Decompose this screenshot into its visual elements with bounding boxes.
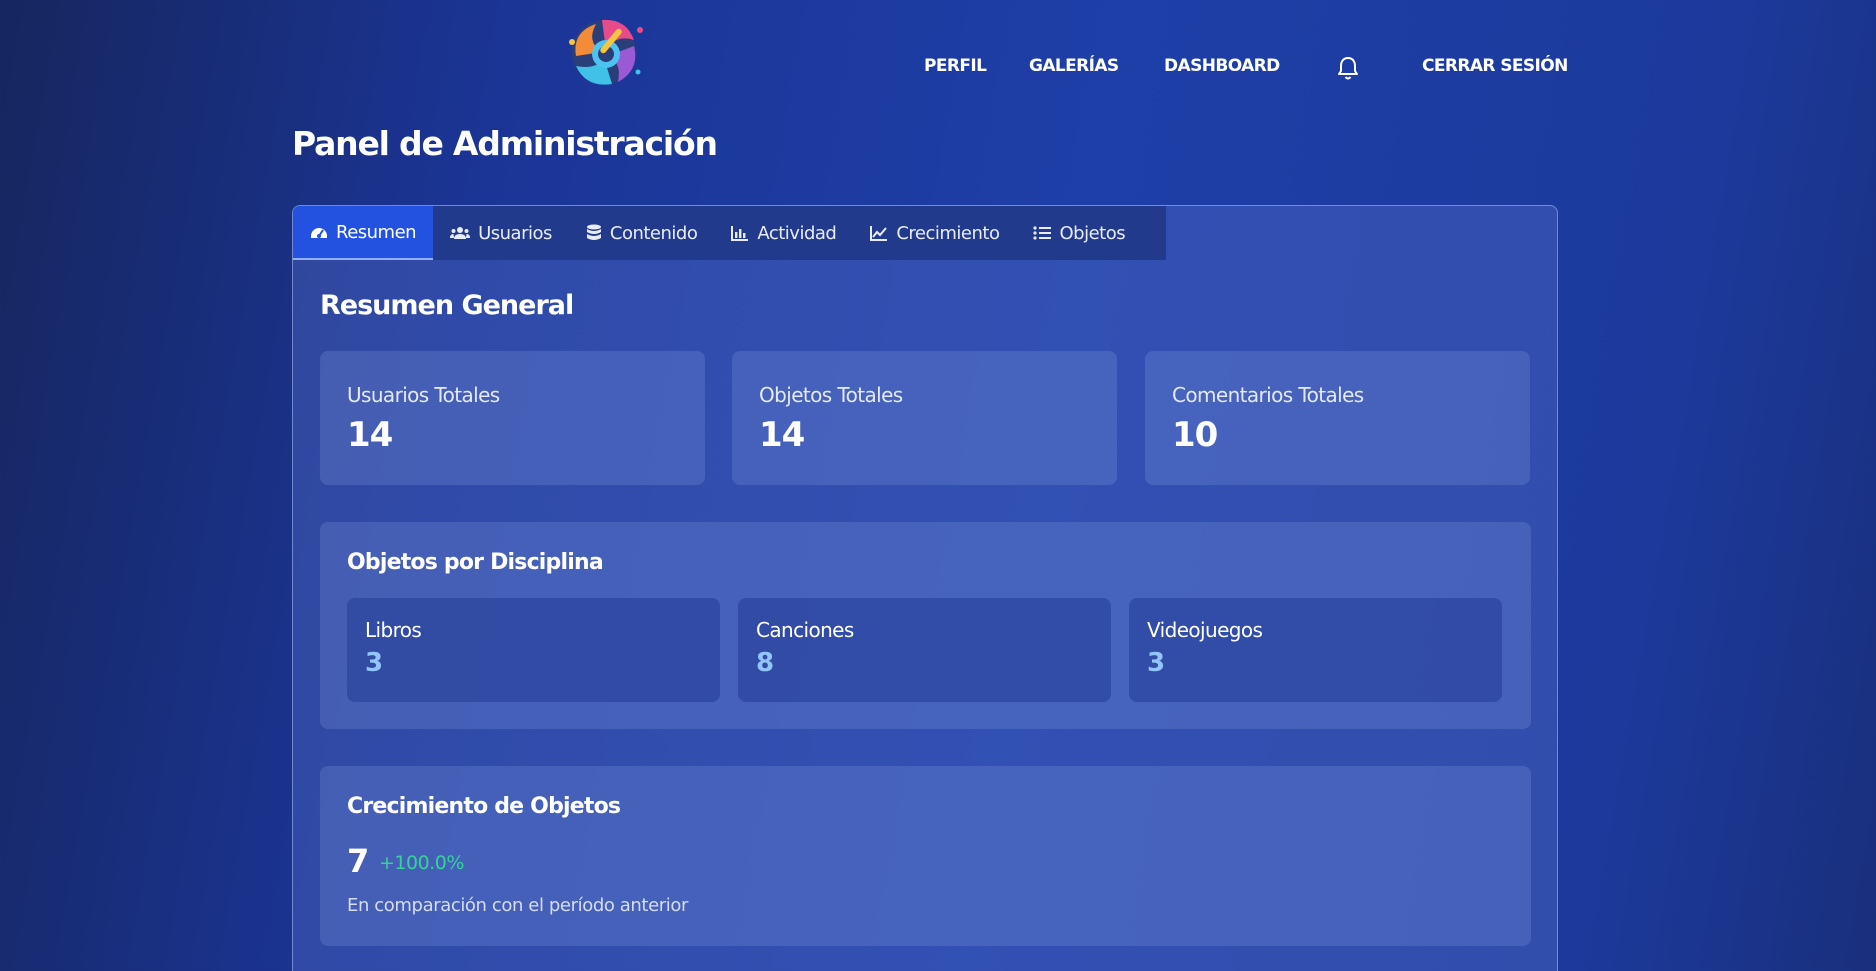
discipline-label: Canciones — [756, 618, 854, 642]
tab-objetos[interactable]: Objetos — [1016, 206, 1142, 260]
page-title: Panel de Administración — [292, 124, 718, 163]
nav-galerias[interactable]: GALERÍAS — [1029, 56, 1119, 76]
nav-logout[interactable]: CERRAR SESIÓN — [1422, 56, 1568, 76]
line-chart-icon — [870, 226, 888, 241]
discipline-card-libros: Libros 3 — [347, 598, 720, 702]
discipline-card-canciones: Canciones 8 — [738, 598, 1111, 702]
bar-chart-icon — [731, 226, 749, 241]
tab-label: Objetos — [1059, 222, 1126, 244]
tab-crecimiento[interactable]: Crecimiento — [853, 206, 1016, 260]
stat-label: Comentarios Totales — [1172, 383, 1364, 407]
growth-note: En comparación con el período anterior — [347, 895, 688, 916]
section-title: Resumen General — [320, 290, 574, 321]
discipline-label: Libros — [365, 618, 422, 642]
discipline-value: 8 — [756, 648, 775, 678]
tab-usuarios[interactable]: Usuarios — [433, 206, 569, 260]
top-navigation: PERFIL GALERÍAS DASHBOARD CERRAR SESIÓN — [0, 56, 1876, 80]
tab-label: Crecimiento — [896, 222, 1000, 244]
growth-title: Crecimiento de Objetos — [347, 794, 621, 819]
tab-resumen[interactable]: Resumen — [293, 206, 434, 260]
stat-card-objetos: Objetos Totales 14 — [732, 351, 1117, 485]
growth-value: 7 — [347, 842, 370, 880]
stat-value: 14 — [347, 415, 393, 455]
discipline-card-videojuegos: Videojuegos 3 — [1129, 598, 1502, 702]
database-icon — [586, 224, 601, 240]
discipline-label: Videojuegos — [1147, 618, 1263, 642]
bell-icon[interactable] — [1336, 55, 1360, 81]
stat-card-comentarios: Comentarios Totales 10 — [1145, 351, 1530, 485]
tab-label: Usuarios — [478, 222, 552, 244]
growth-change-badge: +100.0% — [379, 852, 464, 874]
disciplines-title: Objetos por Disciplina — [347, 550, 604, 575]
stat-card-usuarios: Usuarios Totales 14 — [320, 351, 705, 485]
list-icon — [1033, 226, 1052, 240]
nav-perfil[interactable]: PERFIL — [924, 56, 987, 76]
stat-label: Usuarios Totales — [347, 383, 500, 407]
stat-value: 10 — [1172, 415, 1218, 455]
admin-panel: Resumen Usuarios Contenido Actividad Cre… — [292, 205, 1558, 971]
nav-dashboard[interactable]: DASHBOARD — [1164, 56, 1280, 76]
tab-label: Actividad — [757, 222, 837, 244]
stat-value: 14 — [759, 415, 805, 455]
stat-label: Objetos Totales — [759, 383, 903, 407]
gauge-icon — [311, 228, 327, 238]
discipline-value: 3 — [1147, 648, 1166, 678]
users-icon — [450, 227, 471, 239]
tab-label: Contenido — [609, 222, 698, 244]
tab-bar: Resumen Usuarios Contenido Actividad Cre… — [293, 206, 1166, 260]
tab-actividad[interactable]: Actividad — [714, 206, 853, 260]
discipline-value: 3 — [365, 648, 384, 678]
disciplines-box: Objetos por Disciplina Libros 3 Cancione… — [320, 522, 1531, 729]
growth-box: Crecimiento de Objetos 7 +100.0% En comp… — [320, 766, 1531, 946]
tab-contenido[interactable]: Contenido — [569, 206, 714, 260]
tab-label: Resumen — [336, 221, 417, 243]
